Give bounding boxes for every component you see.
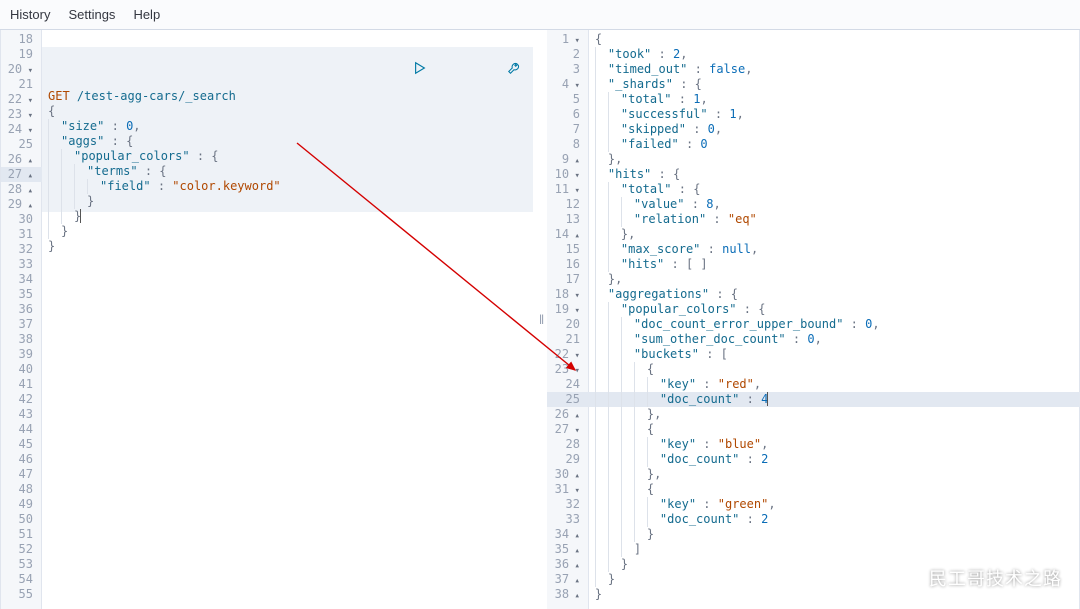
split-panes: 1819202122232425262728293031323334353637…	[0, 30, 1080, 609]
wrench-icon[interactable]	[435, 47, 521, 92]
response-viewer-pane: 1234567891011121314151617181920212223242…	[547, 30, 1080, 609]
wechat-icon	[885, 561, 919, 595]
request-actions	[341, 47, 522, 92]
menu-history[interactable]: History	[10, 7, 50, 22]
watermark-text: 民工哥技术之路	[929, 565, 1062, 591]
grip-icon: ‖	[539, 312, 541, 327]
response-gutter: 1234567891011121314151617181920212223242…	[547, 30, 589, 609]
watermark: 民工哥技术之路	[885, 561, 1062, 595]
run-query-icon[interactable]	[341, 47, 427, 92]
request-editor[interactable]: GET /test-agg-cars/_search{"size" : 0,"a…	[42, 30, 533, 609]
request-gutter: 1819202122232425262728293031323334353637…	[0, 30, 42, 609]
request-editor-pane: 1819202122232425262728293031323334353637…	[0, 30, 533, 609]
response-viewer[interactable]: {"took" : 2,"timed_out" : false,"_shards…	[589, 30, 1080, 609]
toolbar: History Settings Help	[0, 0, 1080, 30]
pane-divider[interactable]: ‖	[533, 30, 547, 609]
menu-help[interactable]: Help	[133, 7, 160, 22]
menu-settings[interactable]: Settings	[68, 7, 115, 22]
